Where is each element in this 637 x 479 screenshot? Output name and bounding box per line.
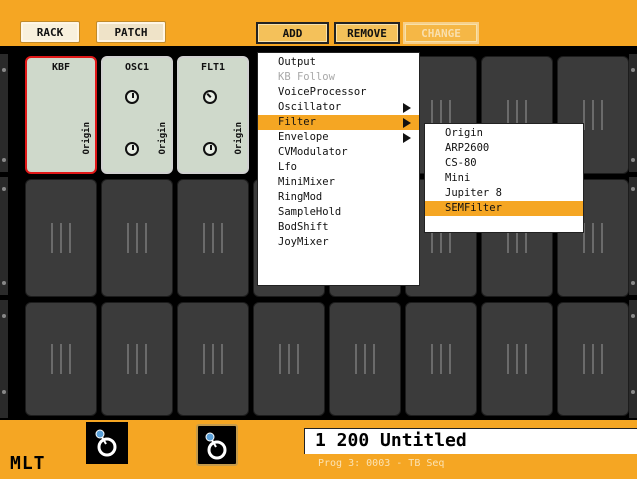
right-rail	[629, 177, 637, 295]
screw-icon	[2, 68, 6, 72]
right-rail	[629, 54, 637, 172]
module-title: KBF	[51, 62, 71, 73]
screw-icon	[631, 158, 635, 162]
bottom-bar: MLT 1 200 Untitled Prog 3: 0003 - TB Seq	[0, 420, 637, 479]
module-osc1[interactable]: OSC1 Origin	[101, 56, 173, 174]
knob-icon[interactable]	[125, 90, 139, 104]
empty-slot[interactable]	[177, 179, 249, 297]
menu-item-output[interactable]: Output	[258, 55, 419, 70]
screw-icon	[2, 314, 6, 318]
menu-item-bodshift[interactable]: BodShift	[258, 220, 419, 235]
left-rail	[0, 300, 8, 418]
tab-patch[interactable]: PATCH	[96, 21, 166, 43]
screw-icon	[2, 390, 6, 394]
add-button[interactable]: ADD	[256, 22, 329, 44]
submenu-arrow-icon	[403, 133, 411, 143]
brand-label: MLT	[10, 453, 46, 474]
module-origin-label: Origin	[234, 122, 244, 155]
submenu-arrow-icon	[403, 118, 411, 128]
submenu-item-jupiter-8[interactable]: Jupiter 8	[425, 186, 583, 201]
empty-slot[interactable]	[253, 302, 325, 416]
submenu-arrow-icon	[403, 103, 411, 113]
empty-slot[interactable]	[405, 302, 477, 416]
empty-slot[interactable]	[25, 179, 97, 297]
menu-item-joymixer[interactable]: JoyMixer	[258, 235, 419, 250]
program-info: Prog 3: 0003 - TB Seq	[304, 454, 637, 479]
left-rail	[0, 177, 8, 295]
module-origin-label: Origin	[158, 122, 168, 155]
patch-title: 1 200 Untitled	[304, 428, 637, 454]
knob-icon[interactable]	[125, 142, 139, 156]
empty-slot[interactable]	[101, 179, 173, 297]
joystick-icon[interactable]	[86, 422, 128, 464]
empty-slot[interactable]	[25, 302, 97, 416]
screw-icon	[2, 281, 6, 285]
empty-slot[interactable]	[557, 302, 629, 416]
screw-icon	[631, 281, 635, 285]
screw-icon	[631, 68, 635, 72]
empty-slot[interactable]	[177, 302, 249, 416]
submenu-item-arp2600[interactable]: ARP2600	[425, 141, 583, 156]
module-title: FLT1	[200, 62, 226, 73]
screw-icon	[2, 187, 6, 191]
module-flt1[interactable]: FLT1 Origin	[177, 56, 249, 174]
menu-item-label: Filter	[278, 116, 316, 128]
add-menu: Output KB Follow VoiceProcessor Oscillat…	[257, 52, 420, 286]
screw-icon	[631, 314, 635, 318]
empty-slot[interactable]	[101, 302, 173, 416]
menu-item-cvmodulator[interactable]: CVModulator	[258, 145, 419, 160]
submenu-item-mini[interactable]: Mini	[425, 171, 583, 186]
top-toolbar: RACK PATCH ADD REMOVE CHANGE	[0, 0, 637, 46]
tab-rack[interactable]: RACK	[20, 21, 80, 43]
joystick-icon[interactable]	[196, 424, 238, 466]
menu-item-ringmod[interactable]: RingMod	[258, 190, 419, 205]
knob-icon[interactable]	[203, 90, 217, 104]
change-button: CHANGE	[403, 22, 479, 44]
submenu-item-cs-80[interactable]: CS-80	[425, 156, 583, 171]
filter-submenu: Origin ARP2600 CS-80 Mini Jupiter 8 SEMF…	[424, 123, 584, 233]
submenu-item-origin[interactable]: Origin	[425, 126, 583, 141]
menu-item-envelope[interactable]: Envelope	[258, 130, 419, 145]
menu-item-kb-follow: KB Follow	[278, 71, 335, 83]
menu-item-filter[interactable]: Filter	[258, 115, 419, 130]
knob-icon[interactable]	[203, 142, 217, 156]
right-rail	[629, 300, 637, 418]
screw-icon	[631, 390, 635, 394]
left-rail	[0, 54, 8, 172]
module-title: OSC1	[124, 62, 150, 73]
screw-icon	[631, 187, 635, 191]
menu-item-oscillator[interactable]: Oscillator	[258, 100, 419, 115]
menu-item-lfo[interactable]: Lfo	[258, 160, 419, 175]
empty-slot[interactable]	[481, 302, 553, 416]
menu-item-samplehold[interactable]: SampleHold	[258, 205, 419, 220]
patch-display: 1 200 Untitled Prog 3: 0003 - TB Seq	[304, 428, 637, 479]
menu-item-voiceprocessor[interactable]: VoiceProcessor	[258, 85, 419, 100]
module-kbf[interactable]: KBF Origin	[25, 56, 97, 174]
module-origin-label: Origin	[82, 122, 92, 155]
menu-item-label: Envelope	[278, 131, 329, 143]
menu-item-minimixer[interactable]: MiniMixer	[258, 175, 419, 190]
remove-button[interactable]: REMOVE	[334, 22, 400, 44]
screw-icon	[2, 158, 6, 162]
menu-item-label: Oscillator	[278, 101, 342, 113]
submenu-item-semfilter[interactable]: SEMFilter	[425, 201, 583, 216]
empty-slot[interactable]	[329, 302, 401, 416]
